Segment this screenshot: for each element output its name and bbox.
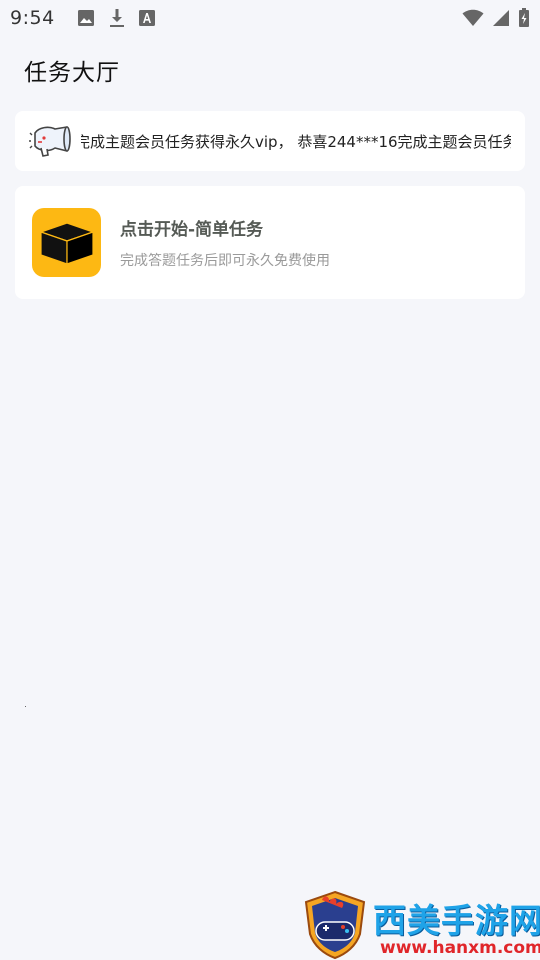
wifi-icon [462,9,484,27]
battery-icon [518,8,530,28]
black-cube-icon [32,208,101,277]
task-title: 点击开始-简单任务 [120,220,264,240]
screen: 9:54 任务大厅 完成主题会员任务获得永久vip， 恭喜244***16完成主… [0,0,540,960]
header: 任务大厅 [24,52,120,88]
watermark-title: 西美手游网 [373,901,540,940]
download-icon [109,8,125,28]
status-time: 9:54 [10,7,55,29]
font-a-icon [138,10,155,26]
image-icon [77,9,95,27]
megaphone-icon [29,121,73,161]
notice-text: 完成主题会员任务获得永久vip， 恭喜244***16完成主题会员任务获得永久v… [81,133,511,151]
watermark-url: www.hanxm.com [380,938,540,958]
notice-marquee-card[interactable]: 完成主题会员任务获得永久vip， 恭喜244***16完成主题会员任务获得永久v… [15,111,525,171]
task-subtitle: 完成答题任务后即可永久免费使用 [120,253,330,269]
task-card-simple-task[interactable]: 点击开始-简单任务 完成答题任务后即可永久免费使用 [15,186,525,299]
gamepad-shield-icon [302,890,368,960]
notice-text-viewport: 完成主题会员任务获得永久vip， 恭喜244***16完成主题会员任务获得永久v… [81,129,511,153]
stray-pixel [25,706,26,707]
page-title: 任务大厅 [24,60,120,86]
status-system-icons [462,8,530,28]
watermark: 西美手游网 www.hanxm.com [300,888,540,960]
task-texts: 点击开始-简单任务 完成答题任务后即可永久免费使用 [120,215,330,270]
status-bar: 9:54 [0,0,540,36]
status-notification-icons [77,8,155,28]
signal-icon [492,9,510,27]
